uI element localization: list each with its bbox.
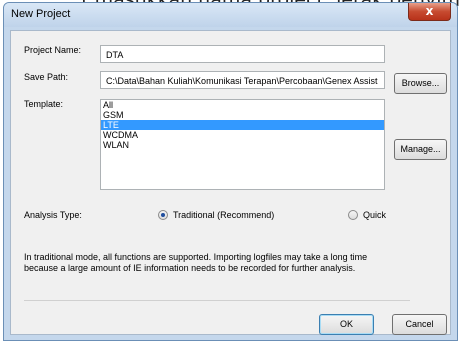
radio-quick-label[interactable]: Quick — [363, 210, 386, 220]
template-item-gsm[interactable]: GSM — [101, 110, 384, 120]
template-item-wlan[interactable]: WLAN — [101, 140, 384, 150]
close-button[interactable]: x — [408, 3, 451, 21]
browse-button[interactable]: Browse... — [394, 73, 447, 94]
close-icon: x — [425, 4, 434, 18]
new-project-dialog: New Project x Project Name: DTA Save Pat… — [3, 2, 458, 341]
template-item-lte[interactable]: LTE — [101, 120, 384, 130]
radio-selected-icon — [161, 213, 165, 217]
mode-description: In traditional mode, all functions are s… — [24, 252, 368, 273]
cancel-button[interactable]: Cancel — [392, 314, 447, 335]
radio-traditional-label[interactable]: Traditional (Recommend) — [173, 210, 274, 220]
radio-traditional[interactable] — [158, 210, 168, 220]
title-bar[interactable]: New Project x — [4, 3, 457, 27]
ok-button[interactable]: OK — [319, 314, 374, 335]
save-path-input[interactable]: C:\Data\Bahan Kuliah\Komunikasi Terapan\… — [100, 71, 385, 89]
project-name-label: Project Name: — [24, 45, 82, 55]
template-item-wcdma[interactable]: WCDMA — [101, 130, 384, 140]
radio-quick[interactable] — [348, 210, 358, 220]
template-label: Template: — [24, 99, 64, 109]
template-item-all[interactable]: All — [101, 100, 384, 110]
project-name-input[interactable]: DTA — [100, 45, 385, 63]
divider — [24, 300, 410, 301]
template-listbox[interactable]: All GSM LTE WCDMA WLAN — [100, 99, 385, 190]
dialog-content: Project Name: DTA Save Path: C:\Data\Bah… — [10, 30, 451, 335]
save-path-label: Save Path: — [24, 72, 69, 82]
manage-button[interactable]: Manage... — [394, 139, 447, 160]
analysis-type-label: Analysis Type: — [24, 210, 82, 220]
dialog-title: New Project — [11, 8, 71, 20]
